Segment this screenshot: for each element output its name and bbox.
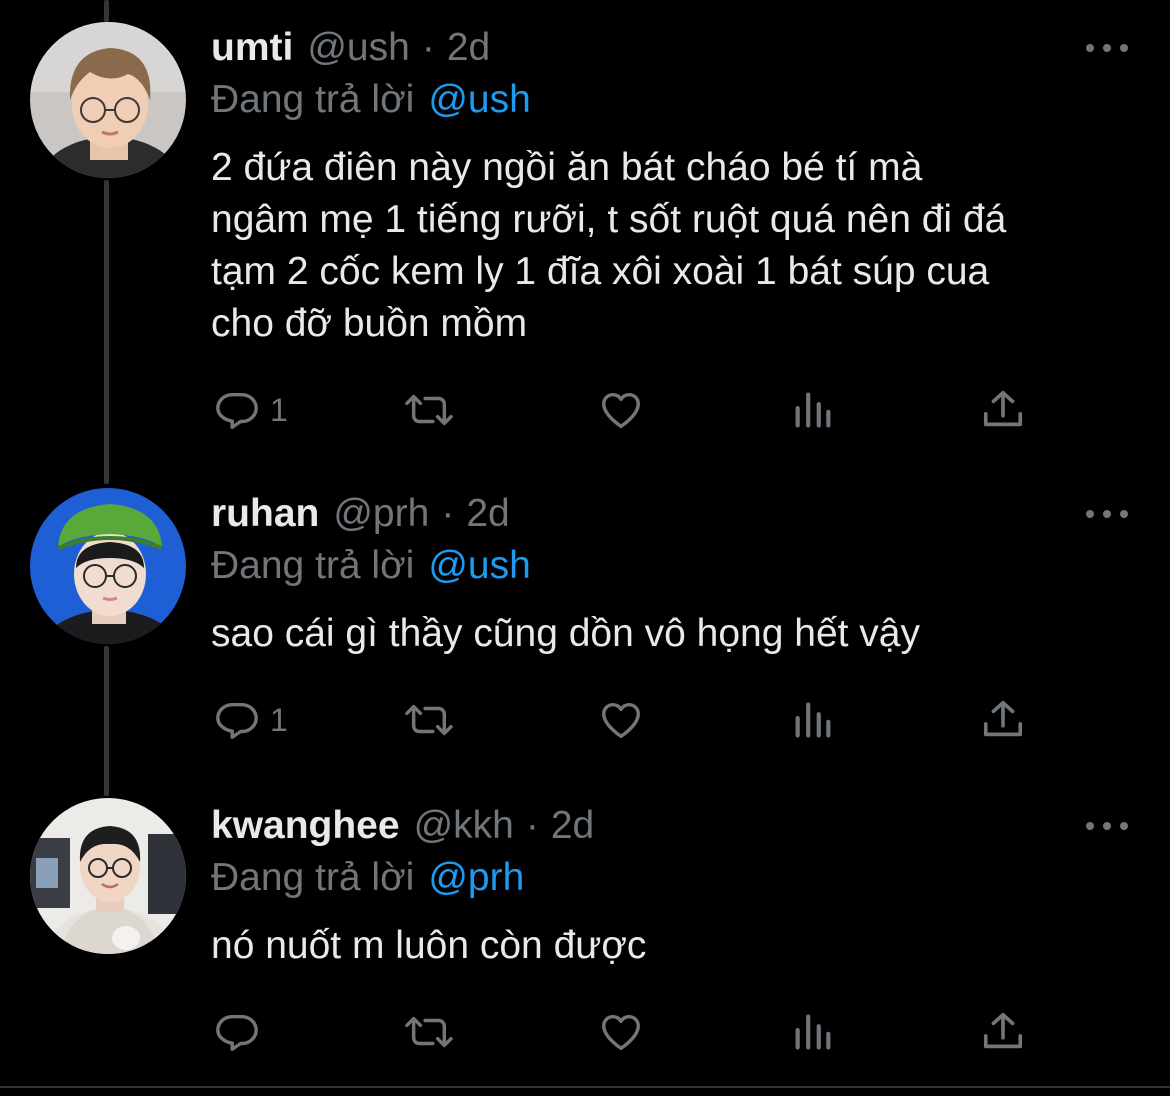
user-handle[interactable]: @prh [333,489,429,539]
mention-link[interactable]: @prh [428,856,524,899]
reply-count: 1 [270,702,288,738]
user-handle[interactable]: @kkh [414,801,514,851]
retweet-button[interactable] [402,384,456,436]
action-bar [0,1006,1170,1058]
reply-button[interactable]: 1 [214,384,288,436]
views-bar-chart-icon [792,697,834,743]
tweet-header: ruhan @prh · 2d [211,489,510,539]
replying-to: Đang trả lời @ush [211,75,531,125]
display-name[interactable]: kwanghee [211,801,400,851]
replying-label: Đang trả lời [211,544,415,587]
action-bar: 1 [0,384,1170,436]
retweet-icon [402,697,456,743]
tweet-text-line: nó nuốt m luôn còn được [211,924,647,967]
tweet-umti[interactable]: umti @ush · 2d Đang trả lời @ush 2 đứa đi… [0,0,1170,466]
replying-label: Đang trả lời [211,856,415,899]
avatar-ruhan[interactable] [30,488,186,644]
share-button[interactable] [980,384,1026,436]
mention-link[interactable]: @ush [428,78,530,121]
retweet-button[interactable] [402,1006,456,1058]
tweet-text: nó nuốt m luôn còn được [211,920,1141,972]
share-upload-icon [980,697,1026,743]
action-bar: 1 [0,694,1170,746]
divider [0,1086,1170,1088]
display-name[interactable]: umti [211,23,293,73]
tweet-ruhan[interactable]: ruhan @prh · 2d Đang trả lời @ush sao cái… [0,466,1170,778]
reply-bubble-icon [214,387,260,433]
timestamp[interactable]: 2d [551,801,594,851]
reply-bubble-icon [214,1009,260,1055]
retweet-icon [402,387,456,433]
timestamp[interactable]: 2d [447,23,490,73]
share-button[interactable] [980,694,1026,746]
reply-bubble-icon [214,697,260,743]
avatar-kwanghee[interactable] [30,798,186,954]
tweet-text-line: sao cái gì thầy cũng dồn vô họng hết vậy [211,612,920,655]
separator-dot: · [525,804,539,847]
heart-icon [597,1009,645,1055]
like-button[interactable] [597,694,645,746]
heart-icon [597,387,645,433]
tweet-text-line: 2 đứa điên này ngồi ăn bát cháo bé tí mà [211,146,923,189]
tweet-text: sao cái gì thầy cũng dồn vô họng hết vậy [211,608,1141,660]
views-bar-chart-icon [792,1009,834,1055]
timestamp[interactable]: 2d [466,489,509,539]
views-button[interactable] [792,694,834,746]
user-handle[interactable]: @ush [307,23,409,73]
reply-button[interactable] [214,1006,270,1058]
share-upload-icon [980,1009,1026,1055]
display-name[interactable]: ruhan [211,489,319,539]
tweet-kwanghee[interactable]: kwanghee @kkh · 2d Đang trả lời @prh nó n… [0,778,1170,1086]
more-dots-icon[interactable] [1086,818,1128,834]
reply-button[interactable]: 1 [214,694,288,746]
separator-dot: · [421,26,435,69]
tweet-text-line: ngâm mẹ 1 tiếng rưỡi, t sốt ruột quá nên… [211,198,1007,241]
tweet-text: 2 đứa điên này ngồi ăn bát cháo bé tí mà… [211,142,1141,350]
more-dots-icon[interactable] [1086,40,1128,56]
retweet-icon [402,1009,456,1055]
more-dots-icon[interactable] [1086,506,1128,522]
avatar-umti[interactable] [30,22,186,178]
mention-link[interactable]: @ush [428,544,530,587]
reply-count: 1 [270,392,288,428]
heart-icon [597,697,645,743]
views-bar-chart-icon [792,387,834,433]
share-button[interactable] [980,1006,1026,1058]
tweet-text-line: cho đỡ buồn mồm [211,302,528,345]
replying-to: Đang trả lời @prh [211,853,524,903]
views-button[interactable] [792,384,834,436]
share-upload-icon [980,387,1026,433]
replying-to: Đang trả lời @ush [211,541,531,591]
views-button[interactable] [792,1006,834,1058]
tweet-text-line: tạm 2 cốc kem ly 1 đĩa xôi xoài 1 bát sú… [211,250,990,293]
tweet-header: kwanghee @kkh · 2d [211,801,594,851]
retweet-button[interactable] [402,694,456,746]
like-button[interactable] [597,384,645,436]
separator-dot: · [441,492,455,535]
like-button[interactable] [597,1006,645,1058]
tweet-header: umti @ush · 2d [211,23,490,73]
replying-label: Đang trả lời [211,78,415,121]
